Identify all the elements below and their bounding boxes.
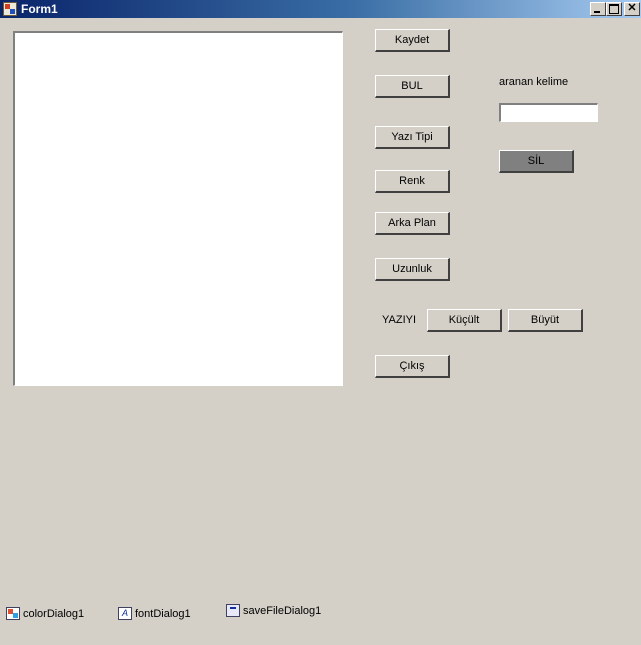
close-icon[interactable]: ✕ [624, 2, 640, 16]
search-word-input[interactable] [499, 103, 598, 122]
cikis-button[interactable]: Çıkış [375, 355, 450, 378]
kaydet-button[interactable]: Kaydet [375, 29, 450, 52]
font-dialog-label: fontDialog1 [135, 607, 191, 620]
color-dialog-label: colorDialog1 [23, 607, 85, 620]
font-dialog-component[interactable]: A fontDialog1 [118, 607, 191, 620]
color-dialog-icon [6, 607, 20, 620]
aranan-kelime-label: aranan kelime [499, 76, 569, 88]
save-file-dialog-component[interactable]: saveFileDialog1 [226, 604, 321, 617]
sil-button[interactable]: SİL [499, 150, 574, 173]
window-title: Form1 [21, 2, 58, 16]
kucult-button[interactable]: Küçült [427, 309, 502, 332]
renk-button[interactable]: Renk [375, 170, 450, 193]
maximize-icon[interactable] [606, 2, 622, 16]
save-file-dialog-label: saveFileDialog1 [243, 604, 322, 617]
bul-button[interactable]: BUL [375, 75, 450, 98]
color-dialog-component[interactable]: colorDialog1 [6, 607, 84, 620]
title-bar[interactable]: Form1 ✕ [0, 0, 641, 18]
minimize-icon[interactable] [590, 2, 606, 16]
font-dialog-icon: A [118, 607, 132, 620]
arka-plan-button[interactable]: Arka Plan [375, 212, 450, 235]
buyut-button[interactable]: Büyüt [508, 309, 583, 332]
uzunluk-button[interactable]: Uzunluk [375, 258, 450, 281]
yazi-tipi-button[interactable]: Yazı Tipi [375, 126, 450, 149]
editor-textarea[interactable] [13, 31, 343, 386]
form-app-icon[interactable] [3, 2, 17, 16]
save-file-dialog-icon [226, 604, 240, 617]
yaziyi-label: YAZIYI [382, 314, 417, 326]
